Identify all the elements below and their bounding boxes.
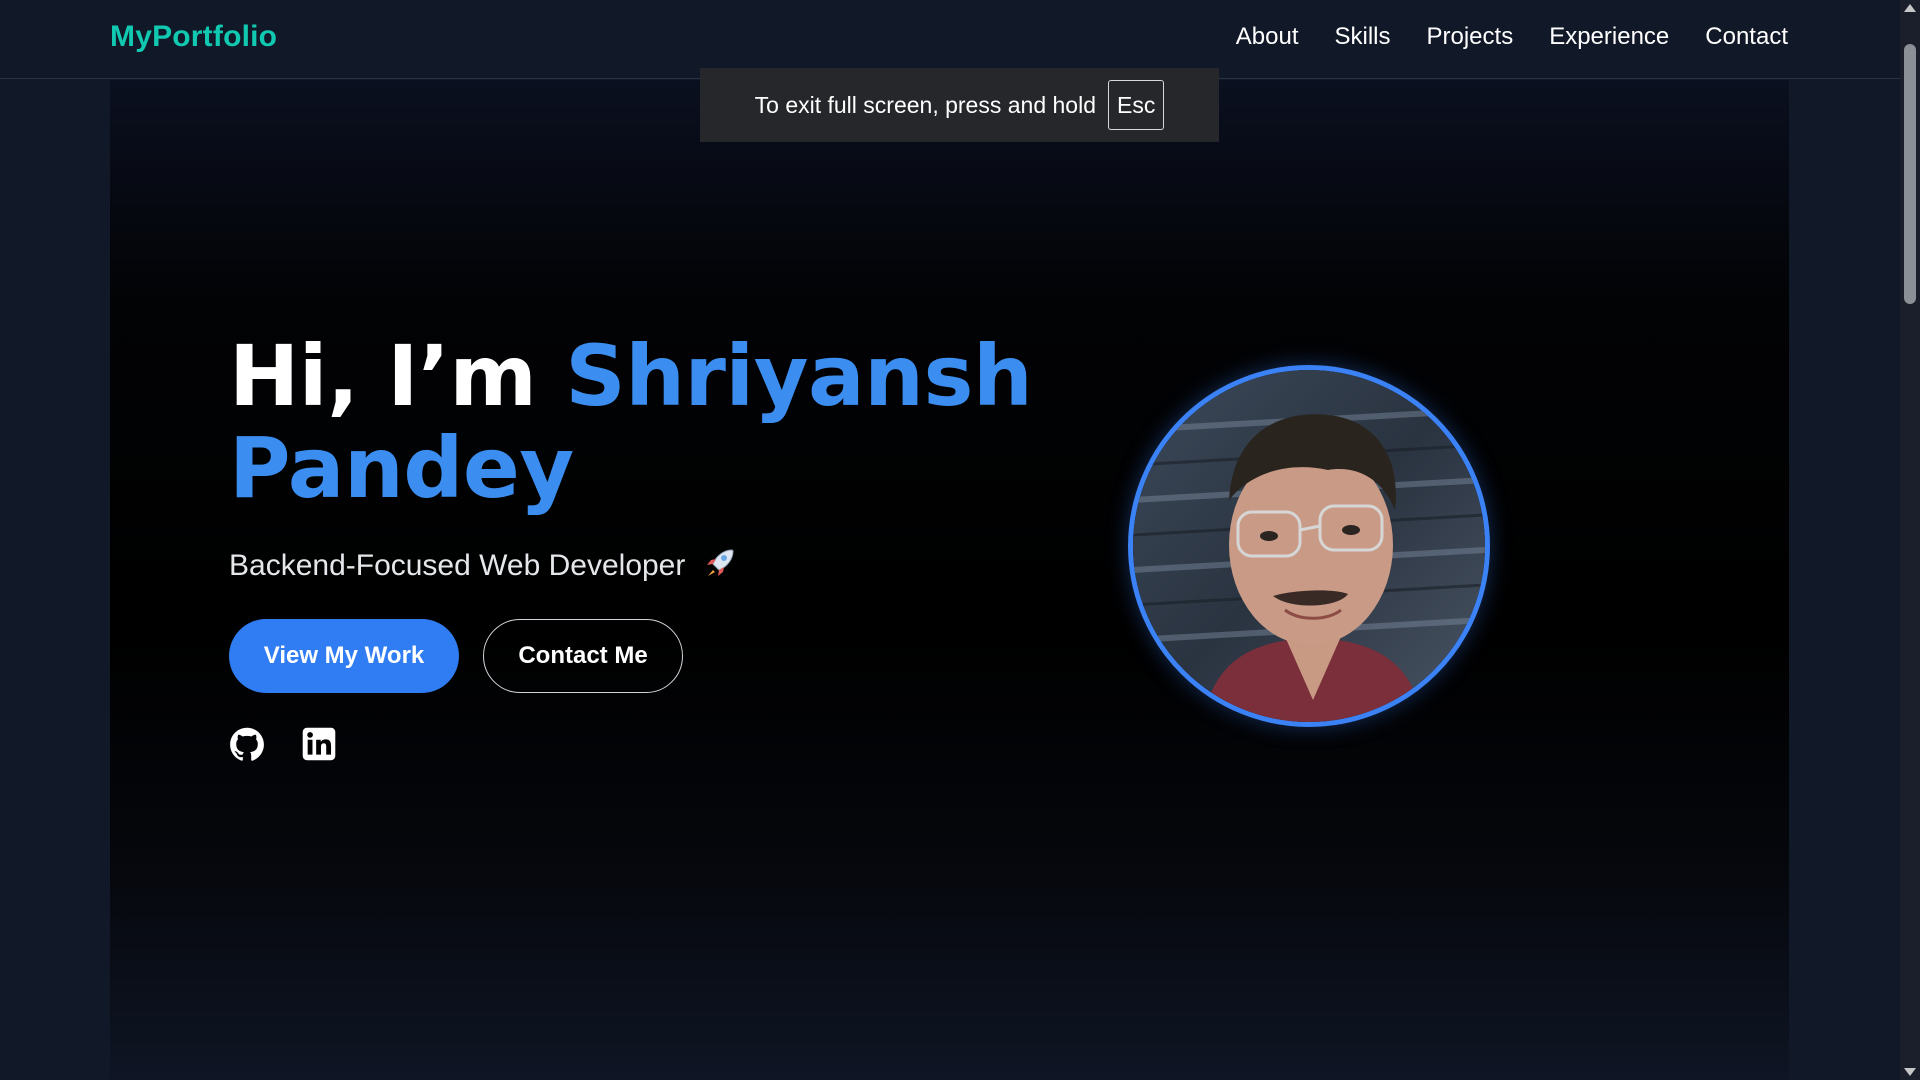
rocket-icon	[702, 545, 738, 589]
scrollbar-thumb[interactable]	[1904, 44, 1916, 304]
linkedin-icon[interactable]	[302, 727, 336, 766]
brand-logo-link[interactable]: MyPortfolio	[110, 20, 277, 54]
nav-link-experience[interactable]: Experience	[1549, 23, 1669, 51]
scroll-up-arrow-icon[interactable]	[1904, 4, 1916, 12]
github-icon[interactable]	[229, 727, 265, 768]
nav-link-about[interactable]: About	[1236, 23, 1299, 51]
greeting-text: Hi, I’m	[229, 327, 537, 425]
hero-subtitle: Backend-Focused Web Developer	[229, 545, 738, 589]
fullscreen-exit-notice: To exit full screen, press and hold Esc	[700, 68, 1219, 142]
fullscreen-notice-text: To exit full screen, press and hold	[754, 91, 1096, 118]
esc-key-badge: Esc	[1108, 80, 1165, 130]
hero-headline: Hi, I’m Shriyansh Pandey	[229, 327, 1033, 517]
nav-link-contact[interactable]: Contact	[1705, 23, 1788, 51]
vertical-scrollbar[interactable]	[1900, 0, 1920, 1080]
scroll-down-arrow-icon[interactable]	[1904, 1068, 1916, 1076]
view-my-work-button[interactable]: View My Work	[229, 619, 459, 693]
nav-link-projects[interactable]: Projects	[1427, 23, 1514, 51]
contact-me-button[interactable]: Contact Me	[483, 619, 683, 693]
profile-photo	[1133, 370, 1485, 722]
profile-avatar	[1128, 365, 1490, 727]
nav-link-skills[interactable]: Skills	[1334, 23, 1390, 51]
subtitle-text: Backend-Focused Web Developer	[229, 548, 686, 582]
page: Hi, I’m Shriyansh Pandey Backend-Focused…	[0, 0, 1920, 1080]
nav-links: About Skills Projects Experience Contact	[1236, 23, 1788, 51]
name-first: Shriyansh	[565, 327, 1033, 425]
hero-section: Hi, I’m Shriyansh Pandey Backend-Focused…	[110, 80, 1789, 1080]
name-last: Pandey	[229, 419, 574, 517]
